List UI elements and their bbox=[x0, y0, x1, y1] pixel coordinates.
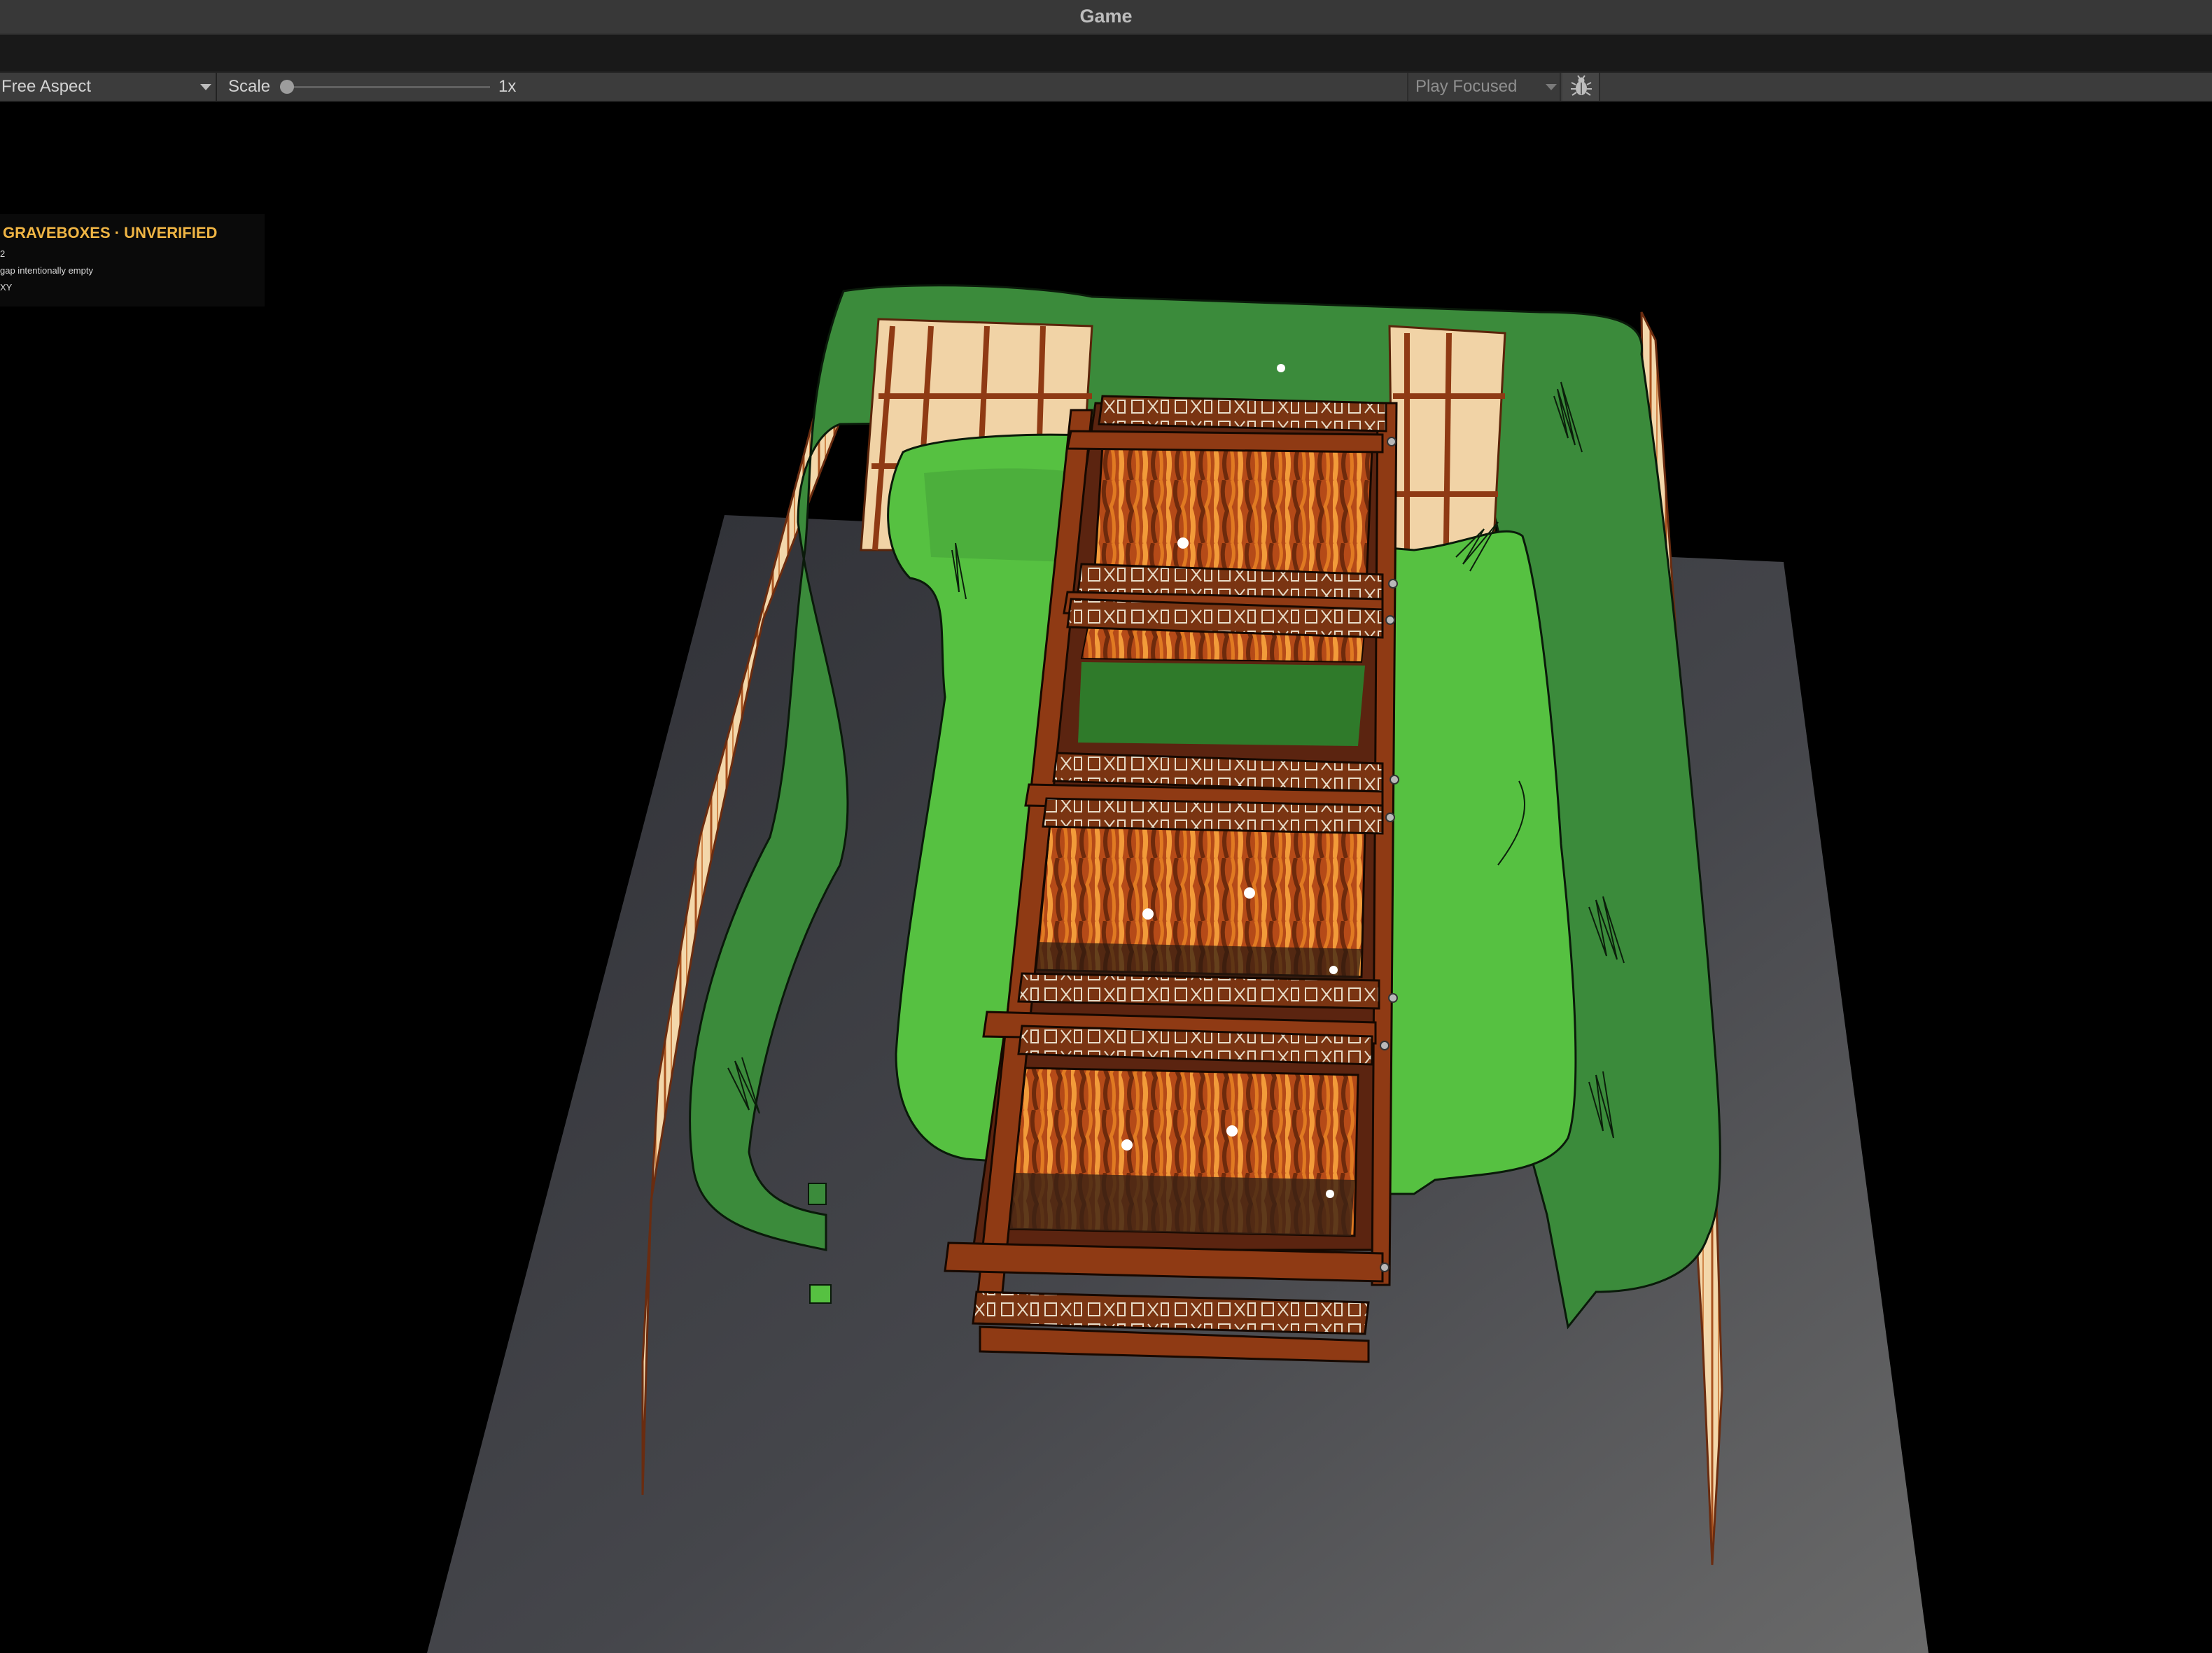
chevron-down-icon bbox=[1546, 84, 1557, 90]
debug-overlay: GRAVEBOXES · UNVERIFIED 2 gap intentiona… bbox=[0, 214, 265, 307]
gap-lawn bbox=[1078, 662, 1365, 746]
scale-slider-track bbox=[280, 86, 490, 88]
tab-strip bbox=[0, 35, 2212, 71]
game-scene bbox=[427, 284, 1928, 1653]
title-bar: Game bbox=[0, 0, 2212, 35]
aspect-dropdown[interactable]: Free Aspect bbox=[0, 73, 217, 101]
scale-label: Scale bbox=[228, 77, 271, 96]
scale-slider-thumb[interactable] bbox=[280, 80, 294, 94]
window-title: Game bbox=[1079, 6, 1133, 27]
hedge-fragment-2 bbox=[809, 1284, 832, 1304]
scale-value: 1x bbox=[498, 77, 517, 96]
bug-icon bbox=[1571, 75, 1592, 96]
debug-title: GRAVEBOXES · UNVERIFIED bbox=[3, 224, 218, 241]
debug-line: 2 bbox=[0, 248, 6, 259]
chevron-down-icon bbox=[200, 84, 211, 90]
game-toolbar: Free Aspect Scale 1x Play Focused bbox=[0, 71, 2212, 102]
game-window: Game Free Aspect Scale 1x Play Focused G… bbox=[0, 0, 2212, 1653]
game-viewport[interactable]: GRAVEBOXES · UNVERIFIED 2 gap intentiona… bbox=[0, 102, 2212, 1653]
play-mode-dropdown[interactable]: Play Focused bbox=[1407, 73, 1561, 101]
debug-button[interactable] bbox=[1562, 73, 1600, 101]
debug-line: XY bbox=[0, 282, 13, 293]
debug-line: gap intentionally empty bbox=[0, 265, 93, 276]
play-mode-label: Play Focused bbox=[1415, 77, 1518, 96]
hedge-fragment bbox=[808, 1183, 827, 1205]
aspect-dropdown-label: Free Aspect bbox=[1, 77, 92, 96]
scale-slider[interactable] bbox=[280, 78, 490, 95]
